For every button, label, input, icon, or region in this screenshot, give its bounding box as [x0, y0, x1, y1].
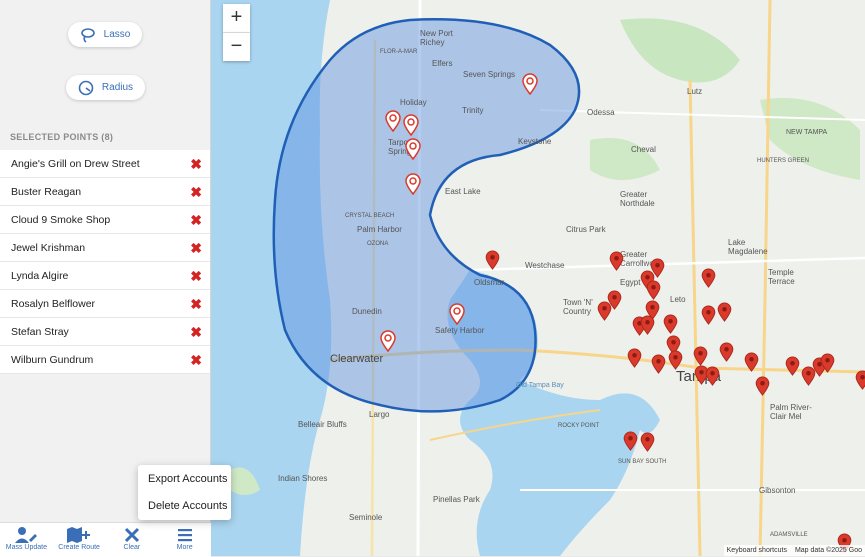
- selected-pin[interactable]: [522, 73, 538, 95]
- item-label: Cloud 9 Smoke Shop: [11, 213, 111, 226]
- export-accounts-item[interactable]: Export Accounts: [138, 465, 231, 492]
- account-pin[interactable]: [717, 302, 732, 322]
- item-label: Buster Reagan: [11, 185, 82, 198]
- zoom-in-button[interactable]: +: [223, 4, 250, 33]
- more-menu: Export Accounts Delete Accounts: [138, 465, 231, 520]
- list-item: Lynda Algire ✖: [0, 262, 210, 290]
- account-pin[interactable]: [646, 280, 661, 300]
- selected-points-list: Angie's Grill on Drew Street ✖ Buster Rea…: [0, 150, 210, 374]
- item-label: Jewel Krishman: [11, 241, 86, 254]
- remove-icon[interactable]: ✖: [190, 297, 202, 311]
- remove-icon[interactable]: ✖: [190, 241, 202, 255]
- account-pin[interactable]: [597, 301, 612, 321]
- item-label: Stefan Stray: [11, 325, 69, 338]
- lasso-button[interactable]: Lasso: [68, 22, 142, 47]
- item-label: Wilburn Gundrum: [11, 353, 94, 366]
- account-pin[interactable]: [801, 366, 816, 386]
- list-item: Wilburn Gundrum ✖: [0, 346, 210, 374]
- selected-pin[interactable]: [385, 110, 401, 132]
- selected-pin[interactable]: [405, 138, 421, 160]
- list-item: Stefan Stray ✖: [0, 318, 210, 346]
- selected-points-header: SELECTED POINTS (8): [10, 132, 114, 142]
- pins-layer: [380, 73, 865, 553]
- zoom-out-button[interactable]: −: [223, 33, 250, 61]
- account-pin[interactable]: [785, 356, 800, 376]
- create-route-button[interactable]: Create Route: [53, 523, 106, 557]
- account-pin[interactable]: [663, 314, 678, 334]
- remove-icon[interactable]: ✖: [190, 353, 202, 367]
- map-canvas[interactable]: New Port Richey FLOR-A-MAR Elfers Seven S…: [211, 0, 865, 556]
- account-pin[interactable]: [623, 431, 638, 451]
- users-edit-icon: [15, 527, 38, 543]
- bottom-toolbar: Mass Update Create Route Clear More: [0, 522, 211, 557]
- selected-pin[interactable]: [403, 114, 419, 136]
- selected-pin[interactable]: [449, 303, 465, 325]
- more-button[interactable]: More: [158, 523, 211, 557]
- mass-update-label: Mass Update: [5, 544, 47, 551]
- keyboard-shortcuts-link[interactable]: Keyboard shortcuts: [727, 545, 787, 556]
- create-route-label: Create Route: [58, 544, 100, 551]
- account-pin[interactable]: [693, 346, 708, 366]
- more-label: More: [176, 544, 193, 551]
- account-pin[interactable]: [855, 370, 865, 390]
- account-pin[interactable]: [485, 250, 500, 270]
- account-pin[interactable]: [640, 315, 655, 335]
- remove-icon[interactable]: ✖: [190, 325, 202, 339]
- item-label: Lynda Algire: [11, 269, 69, 282]
- account-pin[interactable]: [668, 350, 683, 370]
- account-pin[interactable]: [627, 348, 642, 368]
- menu-icon: [177, 529, 192, 542]
- item-label: Rosalyn Belflower: [11, 297, 96, 310]
- radius-label: Radius: [101, 82, 134, 93]
- delete-accounts-item[interactable]: Delete Accounts: [138, 492, 231, 519]
- account-pin[interactable]: [744, 352, 759, 372]
- remove-icon[interactable]: ✖: [190, 269, 202, 283]
- account-pin[interactable]: [701, 305, 716, 325]
- lasso-icon: [80, 27, 95, 43]
- selected-pin[interactable]: [405, 173, 421, 195]
- item-label: Angie's Grill on Drew Street: [11, 157, 140, 170]
- clear-label: Clear: [123, 544, 141, 551]
- remove-icon[interactable]: ✖: [190, 185, 202, 199]
- map-data-credit: Map data ©2025 Goo: [794, 547, 862, 554]
- remove-icon[interactable]: ✖: [190, 157, 202, 171]
- list-item: Cloud 9 Smoke Shop ✖: [0, 206, 210, 234]
- account-pin[interactable]: [701, 268, 716, 288]
- list-item: Jewel Krishman ✖: [0, 234, 210, 262]
- list-item: Rosalyn Belflower ✖: [0, 290, 210, 318]
- lasso-label: Lasso: [103, 29, 131, 40]
- account-pin[interactable]: [651, 354, 666, 374]
- radius-icon: [78, 80, 94, 95]
- clear-button[interactable]: Clear: [106, 523, 159, 557]
- map-attribution: Keyboard shortcuts Map data ©2025 Goo: [723, 545, 865, 556]
- radius-button[interactable]: Radius: [66, 75, 145, 100]
- selected-pin[interactable]: [380, 330, 396, 352]
- account-pin[interactable]: [755, 376, 770, 396]
- mass-update-button[interactable]: Mass Update: [0, 523, 53, 557]
- remove-icon[interactable]: ✖: [190, 213, 202, 227]
- account-pin[interactable]: [609, 251, 624, 271]
- account-pin[interactable]: [640, 432, 655, 452]
- account-pin[interactable]: [719, 342, 734, 362]
- map-plus-icon: [67, 527, 91, 543]
- account-pin[interactable]: [705, 366, 720, 386]
- list-item: Buster Reagan ✖: [0, 178, 210, 206]
- close-icon: [124, 527, 139, 543]
- list-item: Angie's Grill on Drew Street ✖: [0, 150, 210, 178]
